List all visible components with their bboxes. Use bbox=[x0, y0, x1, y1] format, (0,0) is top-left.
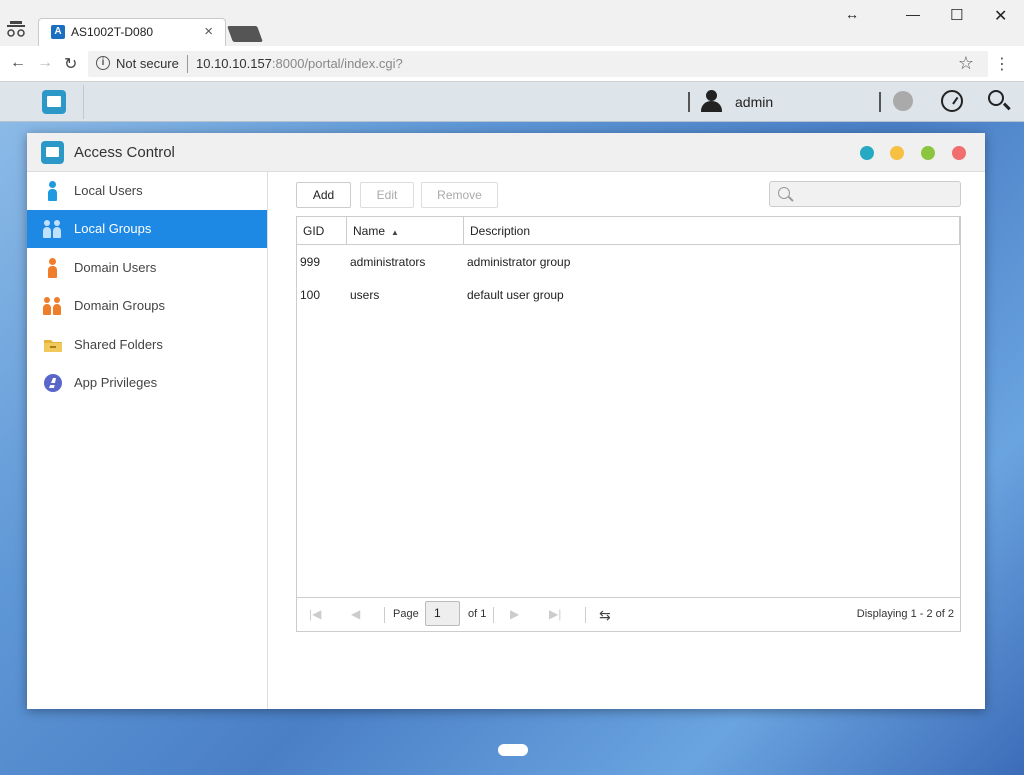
cell-gid: 999 bbox=[300, 255, 321, 269]
table-header: GID Name ▲ Description bbox=[297, 217, 960, 245]
taskbar-divider bbox=[879, 92, 881, 112]
tab-favicon-icon: A bbox=[51, 25, 65, 39]
last-page-icon[interactable]: ▶| bbox=[549, 607, 561, 621]
sort-ascending-icon: ▲ bbox=[391, 228, 399, 237]
browser-tab[interactable]: A AS1002T-D080 × bbox=[38, 18, 226, 46]
window-dot-green[interactable] bbox=[921, 146, 935, 160]
maximize-button[interactable]: ☐ bbox=[950, 6, 963, 24]
sidebar-item-domain-groups[interactable]: Domain Groups bbox=[27, 287, 267, 325]
access-control-taskbar-button[interactable] bbox=[30, 85, 84, 119]
window-title: Access Control bbox=[74, 144, 175, 161]
incognito-icon bbox=[7, 21, 25, 37]
info-icon[interactable]: i bbox=[96, 56, 110, 70]
notification-icon[interactable] bbox=[893, 91, 913, 111]
prev-page-icon[interactable]: ◀ bbox=[351, 607, 360, 621]
sidebar-item-label: Shared Folders bbox=[74, 337, 163, 352]
access-control-icon bbox=[41, 141, 64, 164]
sidebar-item-label: Local Users bbox=[74, 183, 143, 198]
cell-name: administrators bbox=[350, 255, 426, 269]
pagination-bar: |◀ ◀ Page 1 of 1 ▶ ▶| ⇆ Displaying 1 - 2… bbox=[297, 597, 960, 631]
cell-gid: 100 bbox=[300, 288, 321, 302]
browser-titlebar: A AS1002T-D080 × ↔ — ☐ ✕ bbox=[0, 0, 1024, 46]
sidebar-item-domain-users[interactable]: Domain Users bbox=[27, 249, 267, 287]
pager-divider bbox=[493, 607, 494, 623]
column-header-name[interactable]: Name ▲ bbox=[347, 217, 464, 245]
url-divider bbox=[187, 55, 188, 73]
bookmark-star-icon[interactable]: ☆ bbox=[958, 53, 974, 74]
column-header-description[interactable]: Description bbox=[464, 217, 960, 245]
edit-button[interactable]: Edit bbox=[360, 182, 414, 208]
security-label[interactable]: Not secure bbox=[116, 56, 179, 71]
sidebar-item-label: Domain Users bbox=[74, 260, 157, 275]
back-button[interactable]: ← bbox=[10, 54, 26, 72]
groups-table: GID Name ▲ Description 999 administrators… bbox=[296, 216, 961, 632]
window-dot-teal[interactable] bbox=[860, 146, 874, 160]
sidebar: Local Users Local Groups Domain Users Do… bbox=[27, 172, 268, 709]
url-text[interactable]: 10.10.10.157:8000/portal/index.cgi? bbox=[196, 56, 403, 71]
dock-handle[interactable] bbox=[498, 744, 528, 756]
window-header[interactable]: Access Control bbox=[27, 133, 985, 172]
search-icon bbox=[778, 187, 790, 199]
user-icon bbox=[43, 181, 63, 201]
sidebar-item-shared-folders[interactable]: Shared Folders bbox=[27, 326, 267, 364]
window-dot-yellow[interactable] bbox=[890, 146, 904, 160]
table-row[interactable]: 999 administrators administrator group bbox=[297, 246, 960, 278]
new-tab-button[interactable] bbox=[227, 26, 263, 42]
address-bar[interactable]: i Not secure 10.10.10.157:8000/portal/in… bbox=[88, 51, 988, 77]
column-label: GID bbox=[303, 224, 325, 238]
add-button[interactable]: Add bbox=[296, 182, 351, 208]
user-icon bbox=[43, 258, 63, 278]
column-label: Description bbox=[470, 224, 531, 238]
close-window-button[interactable]: ✕ bbox=[994, 6, 1007, 26]
users-icon bbox=[43, 296, 63, 316]
desktop: admin Access Control Local Users Local G… bbox=[0, 82, 1024, 775]
user-icon[interactable] bbox=[700, 90, 722, 114]
dashboard-icon[interactable] bbox=[941, 90, 963, 112]
sidebar-item-label: Local Groups bbox=[74, 221, 152, 236]
cell-description: default user group bbox=[467, 288, 564, 302]
remove-button[interactable]: Remove bbox=[421, 182, 498, 208]
pager-divider bbox=[585, 607, 586, 623]
refresh-icon[interactable]: ⇆ bbox=[599, 607, 611, 624]
pager-divider bbox=[384, 607, 385, 623]
display-count: Displaying 1 - 2 of 2 bbox=[856, 608, 954, 620]
column-header-gid[interactable]: GID bbox=[297, 217, 347, 245]
window-dot-close[interactable] bbox=[952, 146, 966, 160]
cell-description: administrator group bbox=[467, 255, 571, 269]
reload-button[interactable]: ↻ bbox=[64, 54, 77, 74]
forward-button[interactable]: → bbox=[37, 54, 53, 72]
url-host: 10.10.10.157 bbox=[196, 56, 272, 71]
tab-close-icon[interactable]: × bbox=[204, 23, 213, 40]
sidebar-item-app-privileges[interactable]: App Privileges bbox=[27, 364, 267, 402]
users-icon bbox=[43, 219, 63, 239]
page-count: of 1 bbox=[468, 608, 487, 620]
folder-icon bbox=[44, 340, 62, 352]
cell-name: users bbox=[350, 288, 380, 302]
user-name[interactable]: admin bbox=[735, 94, 773, 110]
first-page-icon[interactable]: |◀ bbox=[309, 607, 321, 621]
sidebar-item-label: Domain Groups bbox=[74, 298, 166, 313]
sidebar-item-label: App Privileges bbox=[74, 375, 158, 390]
page-number-input[interactable]: 1 bbox=[425, 601, 460, 626]
column-label: Name bbox=[353, 224, 386, 238]
main-content: Add Edit Remove GID Name ▲ Description 99… bbox=[268, 172, 985, 709]
next-page-icon[interactable]: ▶ bbox=[510, 607, 519, 621]
tab-title: AS1002T-D080 bbox=[71, 25, 154, 39]
app-icon bbox=[44, 374, 62, 392]
sidebar-item-local-groups[interactable]: Local Groups bbox=[27, 210, 267, 248]
sidebar-item-local-users[interactable]: Local Users bbox=[27, 172, 267, 210]
resize-icon: ↔ bbox=[845, 6, 859, 22]
page-label: Page bbox=[393, 608, 419, 620]
minimize-button[interactable]: — bbox=[906, 6, 920, 22]
url-path: :8000/portal/index.cgi? bbox=[271, 56, 403, 71]
search-input[interactable] bbox=[769, 181, 961, 207]
search-icon[interactable] bbox=[988, 90, 1004, 106]
adm-taskbar: admin bbox=[0, 82, 1024, 122]
browser-toolbar: ← → ↻ i Not secure 10.10.10.157:8000/por… bbox=[0, 46, 1024, 82]
access-control-icon bbox=[42, 90, 66, 114]
access-control-window: Access Control Local Users Local Groups … bbox=[27, 133, 985, 709]
browser-menu-icon[interactable]: ⋮ bbox=[994, 54, 1010, 74]
table-row[interactable]: 100 users default user group bbox=[297, 279, 960, 311]
taskbar-divider bbox=[688, 92, 690, 112]
